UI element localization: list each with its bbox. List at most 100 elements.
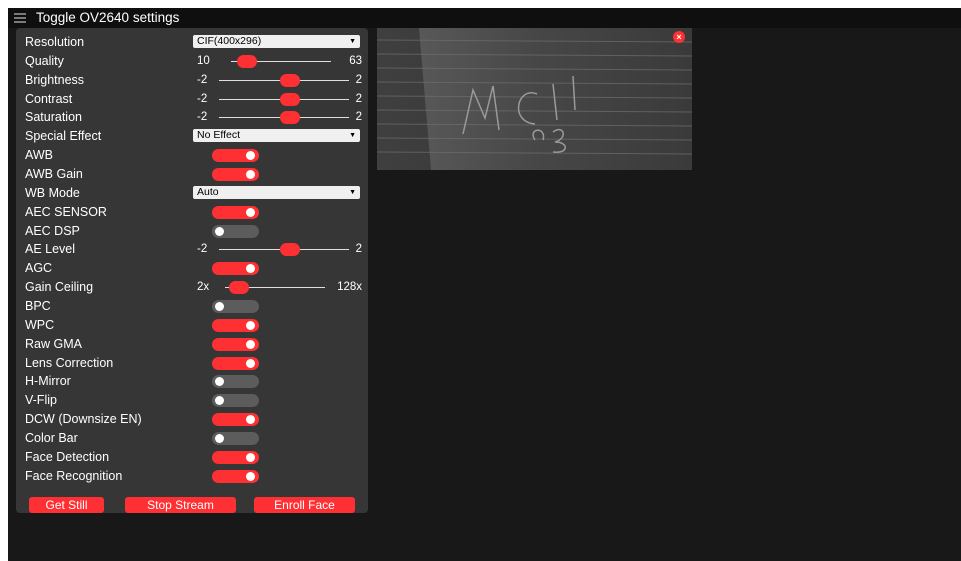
dcw-toggle[interactable] — [212, 413, 259, 426]
face-detection-toggle[interactable] — [212, 451, 259, 464]
toggle-knob — [246, 151, 255, 160]
row-v-flip: V-Flip — [16, 391, 368, 410]
quality-max: 63 — [349, 55, 362, 67]
brightness-max: 2 — [355, 74, 362, 86]
row-wpc: WPC — [16, 316, 368, 335]
special-effect-value: No Effect — [197, 129, 240, 141]
contrast-thumb[interactable] — [280, 93, 300, 106]
get-still-button[interactable]: Get Still — [29, 497, 104, 513]
enroll-face-button[interactable]: Enroll Face — [254, 497, 355, 513]
ae-level-label: AE Level — [25, 242, 76, 256]
hamburger-menu-icon[interactable] — [14, 13, 26, 23]
app-window: Toggle OV2640 settings Resolution CIF(40… — [8, 8, 961, 561]
h-mirror-label: H-Mirror — [25, 374, 71, 388]
lens-correction-toggle[interactable] — [212, 357, 259, 370]
toggle-knob — [215, 434, 224, 443]
brightness-thumb[interactable] — [280, 74, 300, 87]
stop-stream-button[interactable]: Stop Stream — [125, 497, 236, 513]
gain-ceiling-thumb[interactable] — [229, 281, 249, 294]
dropdown-caret-icon: ▼ — [349, 189, 356, 196]
row-quality: Quality 10 63 — [16, 52, 368, 71]
toggle-knob — [215, 302, 224, 311]
saturation-slider[interactable]: -2 2 — [197, 108, 362, 127]
ae-level-thumb[interactable] — [280, 243, 300, 256]
toggle-knob — [246, 415, 255, 424]
toggle-knob — [215, 227, 224, 236]
stream-frame-graphic — [377, 28, 692, 170]
toggle-knob — [246, 472, 255, 481]
raw-gma-toggle[interactable] — [212, 338, 259, 351]
ae-level-slider[interactable]: -2 2 — [197, 240, 362, 259]
aec-dsp-label: AEC DSP — [25, 224, 80, 238]
h-mirror-toggle[interactable] — [212, 375, 259, 388]
color-bar-toggle[interactable] — [212, 432, 259, 445]
quality-slider[interactable]: 10 63 — [197, 52, 362, 71]
toggle-knob — [246, 359, 255, 368]
gain-ceiling-max: 128x — [337, 281, 362, 293]
row-brightness: Brightness -2 2 — [16, 71, 368, 90]
awb-label: AWB — [25, 148, 54, 162]
wb-mode-value: Auto — [197, 186, 219, 198]
v-flip-toggle[interactable] — [212, 394, 259, 407]
aec-sensor-label: AEC SENSOR — [25, 205, 107, 219]
awb-toggle[interactable] — [212, 149, 259, 162]
row-awb: AWB — [16, 146, 368, 165]
wpc-toggle[interactable] — [212, 319, 259, 332]
bpc-label: BPC — [25, 299, 51, 313]
aec-dsp-toggle[interactable] — [212, 225, 259, 238]
toggle-knob — [246, 340, 255, 349]
ae-level-max: 2 — [355, 243, 362, 255]
row-color-bar: Color Bar — [16, 429, 368, 448]
face-recognition-label: Face Recognition — [25, 469, 123, 483]
camera-stream-image — [377, 28, 692, 170]
top-bar: Toggle OV2640 settings — [8, 8, 961, 28]
resolution-value: CIF(400x296) — [197, 35, 262, 47]
bpc-toggle[interactable] — [212, 300, 259, 313]
contrast-slider[interactable]: -2 2 — [197, 90, 362, 109]
toggle-knob — [215, 396, 224, 405]
brightness-slider[interactable]: -2 2 — [197, 71, 362, 90]
quality-label: Quality — [25, 54, 64, 68]
row-h-mirror: H-Mirror — [16, 372, 368, 391]
quality-thumb[interactable] — [237, 55, 257, 68]
saturation-thumb[interactable] — [280, 111, 300, 124]
settings-toggle-title[interactable]: Toggle OV2640 settings — [36, 10, 179, 26]
row-agc: AGC — [16, 259, 368, 278]
special-effect-label: Special Effect — [25, 129, 102, 143]
row-resolution: Resolution CIF(400x296) ▼ — [16, 33, 368, 52]
aec-sensor-toggle[interactable] — [212, 206, 259, 219]
agc-label: AGC — [25, 261, 53, 275]
row-gain-ceiling: Gain Ceiling 2x 128x — [16, 278, 368, 297]
wb-mode-select[interactable]: Auto ▼ — [193, 186, 360, 199]
face-recognition-toggle[interactable] — [212, 470, 259, 483]
row-face-recognition: Face Recognition — [16, 467, 368, 486]
special-effect-select[interactable]: No Effect ▼ — [193, 129, 360, 142]
row-ae-level: AE Level -2 2 — [16, 240, 368, 259]
contrast-label: Contrast — [25, 92, 73, 106]
awb-gain-toggle[interactable] — [212, 168, 259, 181]
brightness-min: -2 — [197, 74, 208, 86]
dcw-label: DCW (Downsize EN) — [25, 412, 142, 426]
agc-toggle[interactable] — [212, 262, 259, 275]
saturation-label: Saturation — [25, 110, 82, 124]
row-saturation: Saturation -2 2 — [16, 108, 368, 127]
contrast-min: -2 — [197, 93, 208, 105]
gain-ceiling-label: Gain Ceiling — [25, 280, 94, 294]
resolution-label: Resolution — [25, 35, 85, 49]
saturation-max: 2 — [355, 111, 362, 123]
contrast-max: 2 — [355, 93, 362, 105]
row-face-detection: Face Detection — [16, 448, 368, 467]
wpc-label: WPC — [25, 318, 55, 332]
settings-panel: Resolution CIF(400x296) ▼ Quality 10 63 … — [16, 28, 368, 513]
toggle-knob — [246, 264, 255, 273]
saturation-min: -2 — [197, 111, 208, 123]
row-special-effect: Special Effect No Effect ▼ — [16, 127, 368, 146]
resolution-select[interactable]: CIF(400x296) ▼ — [193, 35, 360, 48]
dropdown-caret-icon: ▼ — [349, 38, 356, 45]
raw-gma-label: Raw GMA — [25, 337, 82, 351]
ae-level-min: -2 — [197, 243, 208, 255]
row-bpc: BPC — [16, 297, 368, 316]
close-icon[interactable]: × — [673, 31, 685, 43]
gain-ceiling-slider[interactable]: 2x 128x — [197, 278, 362, 297]
gain-ceiling-min: 2x — [197, 281, 210, 293]
